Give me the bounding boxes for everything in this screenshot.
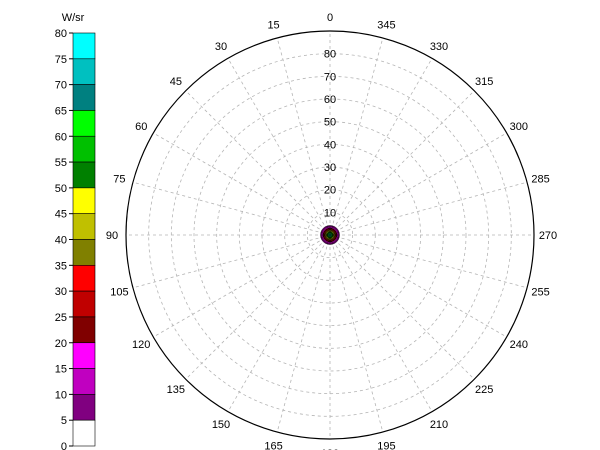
radial-tick-label-80: 80 [324,49,336,61]
polar-intensity-chart: W/sr 80757065605550454035302520151050 10… [55,12,557,450]
colorbar-tick-label-6: 50 [55,183,67,195]
colorbar-bin-14 [72,394,96,421]
colorbar-tick-label-1: 75 [55,54,67,66]
angular-tick-label-15: 15 [267,19,279,31]
grid-spoke-11 [276,234,331,433]
angular-tick-label-345: 345 [377,19,395,31]
angular-tick-label-285: 285 [531,174,549,186]
colorbar-bin-11 [72,316,96,344]
colorbar-bin-15 [72,419,96,447]
intensity-contour-75 [329,234,331,236]
angular-tick-label-315: 315 [475,76,493,88]
colorbar-unit-label: W/sr [62,12,85,24]
angular-tick-label-300: 300 [510,121,528,133]
radial-tick-label-50: 50 [324,117,336,129]
grid-spoke-13 [329,234,384,433]
colorbar-bin-3 [72,110,96,137]
grid-spoke-5 [132,181,331,236]
angular-tick-label-240: 240 [510,339,528,351]
colorbar-tick-label-12: 20 [55,338,67,350]
colorbar-bin-4 [72,135,96,163]
colorbar-bin-10 [72,290,96,318]
radial-tick-label-30: 30 [324,162,336,174]
colorbar-tick-label-2: 70 [55,80,67,92]
colorbar-tick-label-11: 25 [55,312,67,324]
grid-spoke-21 [329,90,475,236]
colorbar-tick-label-4: 60 [55,131,67,143]
colorbar-tick-label-10: 30 [55,286,67,298]
colorbar-tick-label-9: 35 [55,260,67,272]
grid-spoke-15 [329,234,475,380]
colorbar-bin-9 [72,265,96,292]
angular-tick-label-30: 30 [215,41,227,53]
colorbar-bin-7 [72,213,96,240]
angular-tick-label-120: 120 [132,339,150,351]
angular-tick-label-150: 150 [212,419,230,431]
colorbar-tick-label-16: 0 [61,441,67,450]
angular-tick-label-90: 90 [106,230,118,242]
colorbar-tick-label-13: 15 [55,364,67,376]
colorbar-bin-1 [72,58,96,85]
angular-tick-label-255: 255 [531,286,549,298]
colorbar-tick-label-8: 40 [55,235,67,247]
grid-spoke-3 [185,90,331,236]
grid-spoke-9 [185,234,331,380]
grid-spoke-7 [132,234,331,289]
colorbar-tick-label-7: 45 [55,209,67,221]
angular-tick-label-210: 210 [430,419,448,431]
polar-plot: 10 20 30 40 50 60 70 80 0 15 30 45 60 75 90 105 120 135 1… [106,12,557,450]
colorbar-bin-12 [72,342,96,369]
angular-tick-label-330: 330 [430,41,448,53]
angular-tick-label-45: 45 [170,76,182,88]
grid-spoke-1 [276,37,331,236]
angular-tick-label-105: 105 [110,286,128,298]
colorbar-bin-0 [72,32,96,60]
angular-tick-label-225: 225 [475,384,493,396]
colorbar-tick-label-3: 65 [55,105,67,117]
grid-spoke-23 [329,37,384,236]
colorbar-bin-5 [72,161,96,189]
colorbar-bin-6 [72,187,96,214]
angular-tick-label-135: 135 [167,384,185,396]
colorbar-tick-label-14: 10 [55,389,67,401]
colorbar-tick-label-15: 5 [61,415,67,427]
radial-tick-label-10: 10 [324,207,336,219]
angular-tick-label-0: 0 [327,12,333,24]
grid-spoke-2 [227,58,331,236]
angular-tick-label-270: 270 [539,230,557,242]
colorbar-bin-13 [72,368,96,395]
angular-tick-label-165: 165 [264,441,282,450]
colorbar-tick-label-5: 55 [55,157,67,169]
colorbar: W/sr 80757065605550454035302520151050 [55,12,96,450]
angular-tick-label-60: 60 [135,121,147,133]
colorbar-bin-2 [72,84,96,111]
radial-tick-label-70: 70 [324,71,336,83]
angular-tick-label-195: 195 [377,441,395,450]
colorbar-bin-8 [72,239,96,266]
grid-spoke-19 [329,181,528,236]
angular-tick-label-75: 75 [113,174,125,186]
colorbar-tick-label-0: 80 [55,28,67,40]
grid-spoke-4 [153,132,331,236]
grid-spoke-17 [329,234,528,289]
radial-tick-label-40: 40 [324,139,336,151]
radial-tick-label-60: 60 [324,94,336,106]
radial-tick-label-20: 20 [324,185,336,197]
